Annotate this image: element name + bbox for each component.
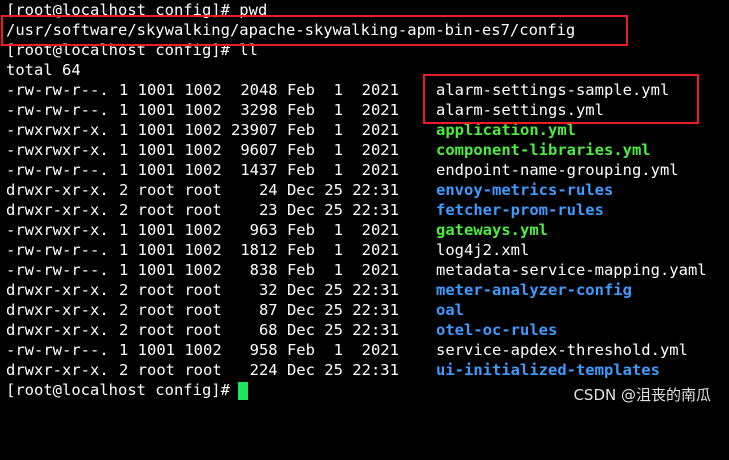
listing-row: -rw-rw-r--. 1 1001 1002 958 Feb 1 2021 s… [6, 340, 688, 360]
listing-row: -rwxrwxr-x. 1 1001 1002 23907 Feb 1 2021… [6, 120, 576, 140]
file-meta: 2 root root 32 Dec 25 22:31 [119, 281, 399, 299]
watermark: CSDN @沮丧的南瓜 [573, 386, 711, 404]
permissions: -rw-rw-r--. [6, 261, 109, 279]
permissions: drwxr-xr-x. [6, 201, 109, 219]
listing-row: -rwxrwxr-x. 1 1001 1002 9607 Feb 1 2021 … [6, 140, 651, 160]
file-name: alarm-settings.yml [436, 101, 604, 119]
directory-name: envoy-metrics-rules [436, 181, 614, 199]
permissions: -rwxrwxr-x. [6, 221, 109, 239]
listing-row: drwxr-xr-x. 2 root root 68 Dec 25 22:31 … [6, 320, 557, 340]
permissions: -rw-rw-r--. [6, 241, 109, 259]
file-meta: 1 1001 1002 963 Feb 1 2021 [119, 221, 399, 239]
pwd-command-line: [root@localhost config]# pwd [6, 1, 268, 19]
pwd-output-path: /usr/software/skywalking/apache-skywalki… [6, 21, 576, 39]
file-meta: 1 1001 1002 9607 Feb 1 2021 [119, 141, 399, 159]
file-name: gateways.yml [436, 221, 548, 239]
permissions: -rwxrwxr-x. [6, 121, 109, 139]
file-meta: 1 1001 1002 2048 Feb 1 2021 [119, 81, 399, 99]
prompt-text: [root@localhost config]# [6, 381, 230, 399]
file-meta: 1 1001 1002 838 Feb 1 2021 [119, 261, 399, 279]
file-meta: 2 root root 224 Dec 25 22:31 [119, 361, 399, 379]
listing-row: drwxr-xr-x. 2 root root 224 Dec 25 22:31… [6, 360, 660, 380]
permissions: -rw-rw-r--. [6, 81, 109, 99]
file-name: alarm-settings-sample.yml [436, 81, 670, 99]
file-name: service-apdex-threshold.yml [436, 341, 688, 359]
directory-name: oal [436, 301, 464, 319]
listing-row: drwxr-xr-x. 2 root root 24 Dec 25 22:31 … [6, 180, 613, 200]
permissions: -rw-rw-r--. [6, 341, 109, 359]
permissions: drwxr-xr-x. [6, 301, 109, 319]
directory-name: fetcher-prom-rules [436, 201, 604, 219]
listing-row: -rwxrwxr-x. 1 1001 1002 963 Feb 1 2021 g… [6, 220, 548, 240]
directory-name: otel-oc-rules [436, 321, 558, 339]
file-meta: 2 root root 87 Dec 25 22:31 [119, 301, 399, 319]
permissions: drwxr-xr-x. [6, 321, 109, 339]
file-meta: 1 1001 1002 958 Feb 1 2021 [119, 341, 399, 359]
listing-row: -rw-rw-r--. 1 1001 1002 1812 Feb 1 2021 … [6, 240, 529, 260]
listing-row: drwxr-xr-x. 2 root root 32 Dec 25 22:31 … [6, 280, 632, 300]
file-name: component-libraries.yml [436, 141, 651, 159]
listing-row: drwxr-xr-x. 2 root root 23 Dec 25 22:31 … [6, 200, 604, 220]
file-name: log4j2.xml [436, 241, 530, 259]
permissions: -rw-rw-r--. [6, 101, 109, 119]
ll-command-line: [root@localhost config]# ll [6, 41, 258, 59]
listing-row: -rw-rw-r--. 1 1001 1002 2048 Feb 1 2021 … [6, 80, 669, 100]
file-meta: 2 root root 23 Dec 25 22:31 [119, 201, 399, 219]
command-prompt[interactable]: [root@localhost config]# [6, 380, 248, 400]
listing-row: drwxr-xr-x. 2 root root 87 Dec 25 22:31 … [6, 300, 464, 320]
listing-row: -rw-rw-r--. 1 1001 1002 3298 Feb 1 2021 … [6, 100, 604, 120]
file-meta: 2 root root 24 Dec 25 22:31 [119, 181, 399, 199]
text-cursor [237, 381, 248, 400]
listing-row: -rw-rw-r--. 1 1001 1002 838 Feb 1 2021 m… [6, 260, 707, 280]
permissions: -rwxrwxr-x. [6, 141, 109, 159]
file-meta: 1 1001 1002 1437 Feb 1 2021 [119, 161, 399, 179]
file-name: metadata-service-mapping.yaml [436, 261, 707, 279]
permissions: drwxr-xr-x. [6, 281, 109, 299]
terminal-window[interactable]: [root@localhost config]# pwd /usr/softwa… [0, 0, 729, 411]
file-name: endpoint-name-grouping.yml [436, 161, 679, 179]
directory-name: meter-analyzer-config [436, 281, 632, 299]
listing-row: -rw-rw-r--. 1 1001 1002 1437 Feb 1 2021 … [6, 160, 679, 180]
file-meta: 1 1001 1002 3298 Feb 1 2021 [119, 101, 399, 119]
permissions: -rw-rw-r--. [6, 161, 109, 179]
total-line: total 64 [6, 61, 81, 79]
file-meta: 1 1001 1002 1812 Feb 1 2021 [119, 241, 399, 259]
permissions: drwxr-xr-x. [6, 181, 109, 199]
file-meta: 1 1001 1002 23907 Feb 1 2021 [119, 121, 399, 139]
directory-name: ui-initialized-templates [436, 361, 660, 379]
file-name: application.yml [436, 121, 576, 139]
permissions: drwxr-xr-x. [6, 361, 109, 379]
file-meta: 2 root root 68 Dec 25 22:31 [119, 321, 399, 339]
